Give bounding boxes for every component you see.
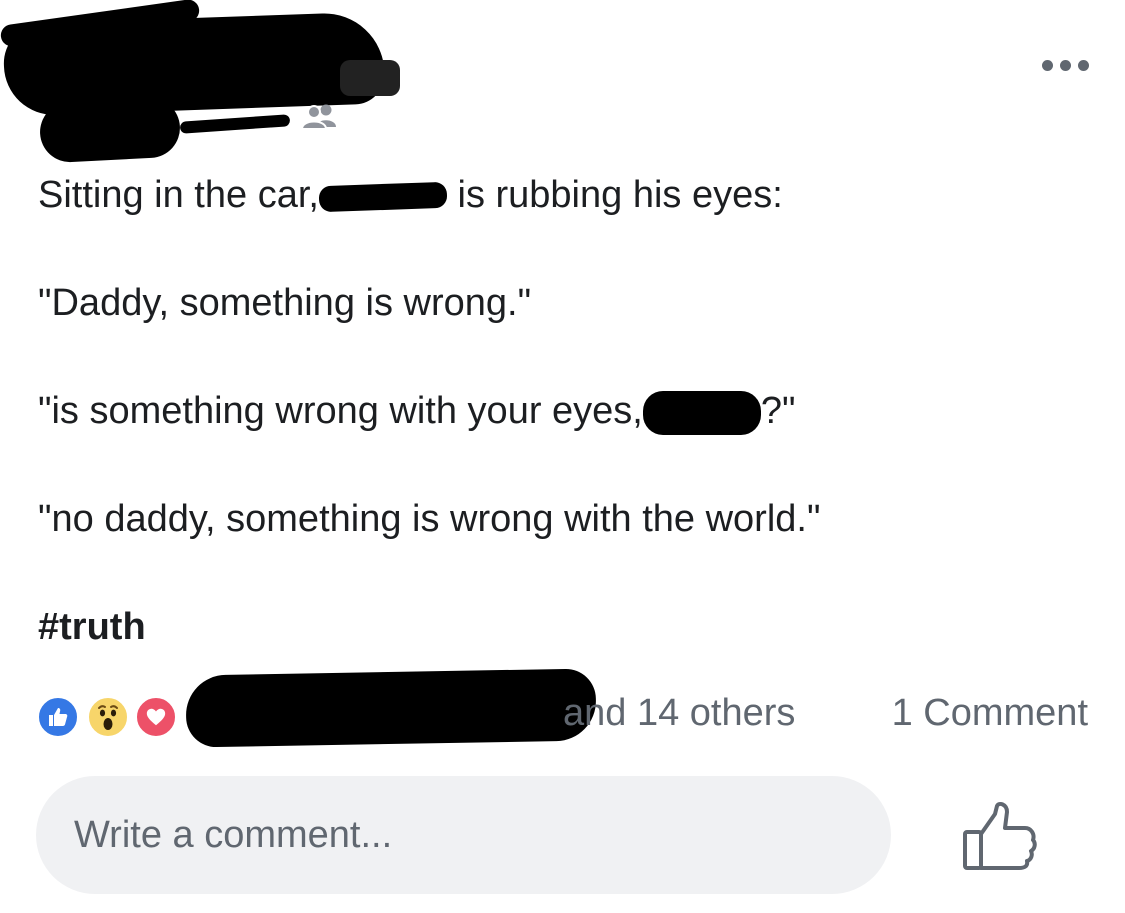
comment-input[interactable]: Write a comment...	[36, 776, 891, 894]
more-horizontal-icon	[1041, 59, 1053, 71]
post-line: "no daddy, something is wrong with the w…	[38, 492, 1088, 546]
more-horizontal-icon	[1077, 59, 1089, 71]
post-line: "is something wrong with your eyes, ?"	[38, 384, 1088, 438]
more-horizontal-icon	[1059, 59, 1071, 71]
post-text-segment: ?"	[760, 390, 796, 432]
hashtag-link[interactable]: #truth	[38, 600, 146, 654]
more-options-button[interactable]	[1035, 52, 1095, 78]
redacted-child-name	[318, 181, 448, 213]
friends-audience-icon	[300, 104, 336, 129]
comment-count-link[interactable]: 1 Comment	[892, 692, 1088, 735]
love-reaction-icon	[134, 695, 178, 739]
post-text-segment: is rubbing his eyes:	[446, 174, 783, 216]
reaction-summary[interactable]: and 14 others	[563, 692, 795, 735]
post-header	[0, 0, 1125, 165]
post-text: Sitting in the car, is rubbing his eyes:…	[38, 168, 1088, 654]
post-text-segment: "no daddy, something is wrong with the w…	[38, 498, 821, 540]
post-line: "Daddy, something is wrong."	[38, 276, 1088, 330]
thumbs-up-outline-icon	[963, 802, 1037, 870]
like-reaction-icon	[36, 695, 80, 739]
post-text-segment: "is something wrong with your eyes,	[38, 390, 643, 432]
redaction-stroke	[340, 60, 400, 96]
like-button[interactable]	[955, 800, 1039, 874]
post-line: Sitting in the car, is rubbing his eyes:	[38, 168, 1088, 222]
reactions-bar: and 14 others 1 Comment	[36, 668, 1088, 748]
wow-reaction-icon	[86, 695, 130, 739]
post-text-segment: "Daddy, something is wrong."	[38, 282, 532, 324]
redaction-stroke	[179, 114, 291, 134]
redacted-child-name	[642, 390, 761, 435]
reaction-icons[interactable]	[36, 689, 186, 741]
post-text-segment: Sitting in the car,	[38, 174, 319, 216]
redaction-stroke	[38, 96, 182, 164]
comment-placeholder: Write a comment...	[74, 813, 393, 856]
post-line: #truth	[38, 600, 1088, 654]
redacted-reactor-names	[185, 668, 597, 748]
